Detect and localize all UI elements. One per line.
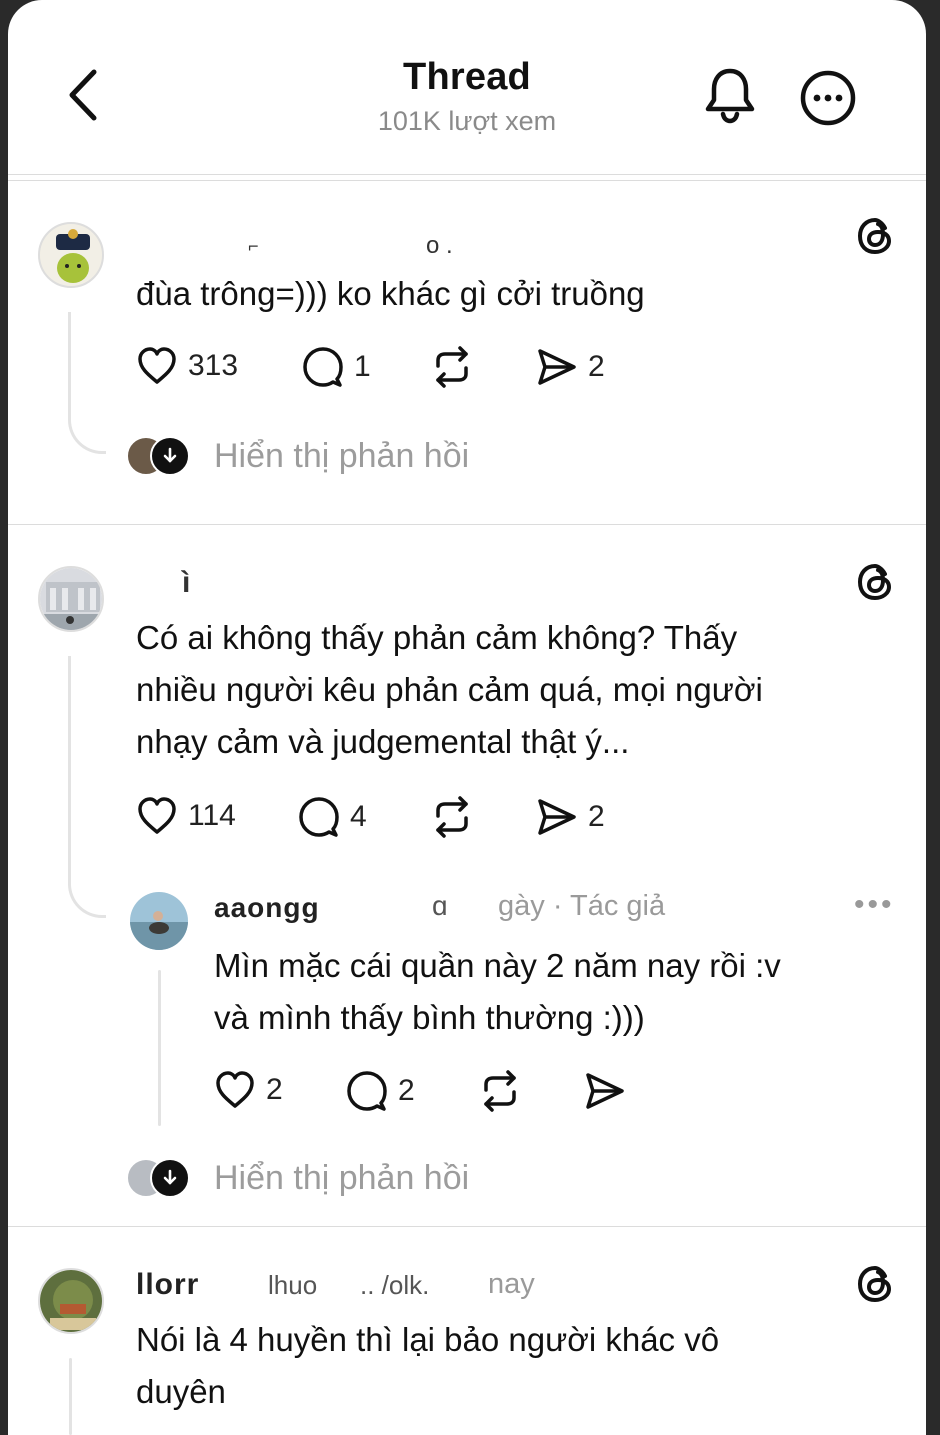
share-icon (538, 349, 576, 385)
threads-logo-icon[interactable] (854, 560, 898, 604)
show-replies-button[interactable]: Hiển thị phản hồi (126, 1158, 469, 1198)
heart-icon (138, 347, 176, 384)
username-redacted-2: o . (426, 232, 453, 259)
thread-sheet: Thread 101K lượt xem ⌐ o . đùa trông=)))… (8, 0, 926, 1435)
reply-count: 4 (350, 800, 367, 833)
avatar[interactable] (38, 222, 104, 288)
avatar[interactable] (38, 1268, 104, 1334)
reply-more-button[interactable]: ••• (854, 888, 895, 922)
like-button[interactable]: 313 (136, 346, 238, 386)
header-divider (8, 174, 926, 175)
post-text-line: duyên (136, 1373, 226, 1410)
post-text-line: Nói là 4 huyền thì lại bảo người khác vô (136, 1321, 720, 1358)
more-horizontal-icon (800, 70, 856, 126)
thread-connector (68, 656, 106, 918)
username-redacted: ì (182, 566, 191, 599)
page-title: Thread (403, 56, 531, 98)
repost-button[interactable] (430, 346, 474, 388)
reply-thread-line (158, 970, 161, 1126)
post-text: đùa trông=))) ko khác gì cởi truồng (136, 275, 645, 312)
repost-icon (436, 796, 468, 838)
reply-share-button[interactable] (584, 1070, 626, 1112)
arrow-down-icon (150, 1158, 190, 1198)
reply-text: Mìn mặc cái quần này 2 năm nay rồi :v và… (214, 940, 781, 1044)
more-options-button[interactable] (798, 68, 858, 128)
like-count: 2 (266, 1073, 283, 1106)
repost-button[interactable] (430, 796, 474, 838)
avatar-image (40, 224, 102, 286)
threads-logo-icon[interactable] (854, 1262, 898, 1306)
reply-avatar[interactable] (130, 892, 188, 950)
heart-icon (216, 1071, 254, 1108)
post-meta: nay (488, 1268, 535, 1300)
post-text: Có ai không thấy phản cảm không? Thấy nh… (136, 612, 763, 768)
reply-reply-button[interactable]: 2 (346, 1070, 415, 1112)
threads-logo-icon[interactable] (854, 214, 898, 258)
username-redacted: ⌐ (248, 236, 259, 256)
like-button[interactable]: 114 (136, 796, 236, 836)
avatar-image (130, 892, 188, 950)
reply-count: 2 (398, 1074, 415, 1107)
reply-like-button[interactable]: 2 (214, 1070, 283, 1110)
comment-icon (299, 797, 339, 837)
like-count: 313 (188, 349, 239, 382)
share-count: 2 (588, 350, 605, 383)
post-divider (8, 1226, 926, 1227)
reply-text-line: Mìn mặc cái quần này 2 năm nay rồi :v (214, 947, 781, 984)
heart-icon (138, 797, 176, 834)
like-count: 114 (188, 799, 236, 832)
reply-text-line: và mình thấy bình thường :))) (214, 999, 645, 1036)
reply-username[interactable]: aaongg (214, 892, 320, 924)
avatar-image (40, 568, 102, 630)
reply-count: 1 (354, 350, 371, 383)
share-icon (538, 799, 576, 835)
show-replies-button[interactable]: Hiển thị phản hồi (126, 436, 469, 476)
username-redacted: ɑ (432, 890, 448, 921)
avatar[interactable] (38, 566, 104, 632)
thread-connector (69, 1358, 72, 1435)
share-icon (586, 1073, 624, 1109)
header: Thread 101K lượt xem (8, 0, 926, 176)
share-button[interactable]: 2 (536, 346, 605, 388)
avatar-image (40, 1270, 102, 1332)
post-text-line: Có ai không thấy phản cảm không? Thấy (136, 619, 738, 656)
post-text-line: nhiều người kêu phản cảm quá, mọi người (136, 671, 763, 708)
thread-connector (68, 312, 106, 454)
repost-icon (436, 346, 468, 388)
username-redacted: lhuo (268, 1270, 318, 1300)
notification-button[interactable] (702, 64, 758, 126)
arrow-down-icon (150, 436, 190, 476)
show-replies-label: Hiển thị phản hồi (214, 436, 470, 475)
show-replies-label: Hiển thị phản hồi (214, 1158, 470, 1197)
post-divider (8, 524, 926, 525)
header-divider-2 (8, 180, 926, 181)
username-redacted-2: .. /olk. (360, 1270, 430, 1300)
reply-repost-button[interactable] (478, 1070, 522, 1112)
reply-button[interactable]: 1 (302, 346, 371, 388)
share-button[interactable]: 2 (536, 796, 605, 838)
comment-icon (347, 1071, 387, 1111)
view-count: 101K lượt xem (377, 106, 557, 136)
post-text: Nói là 4 huyền thì lại bảo người khác vô… (136, 1314, 719, 1418)
comment-icon (303, 347, 343, 387)
share-count: 2 (588, 800, 605, 833)
bell-icon (705, 68, 755, 124)
reply-button[interactable]: 4 (298, 796, 367, 838)
post-text-line: nhạy cảm và judgemental thật ý... (136, 723, 630, 760)
reply-meta: gày · Tác giả (498, 890, 666, 922)
username[interactable]: llorr (136, 1268, 199, 1302)
repost-icon (484, 1070, 516, 1112)
